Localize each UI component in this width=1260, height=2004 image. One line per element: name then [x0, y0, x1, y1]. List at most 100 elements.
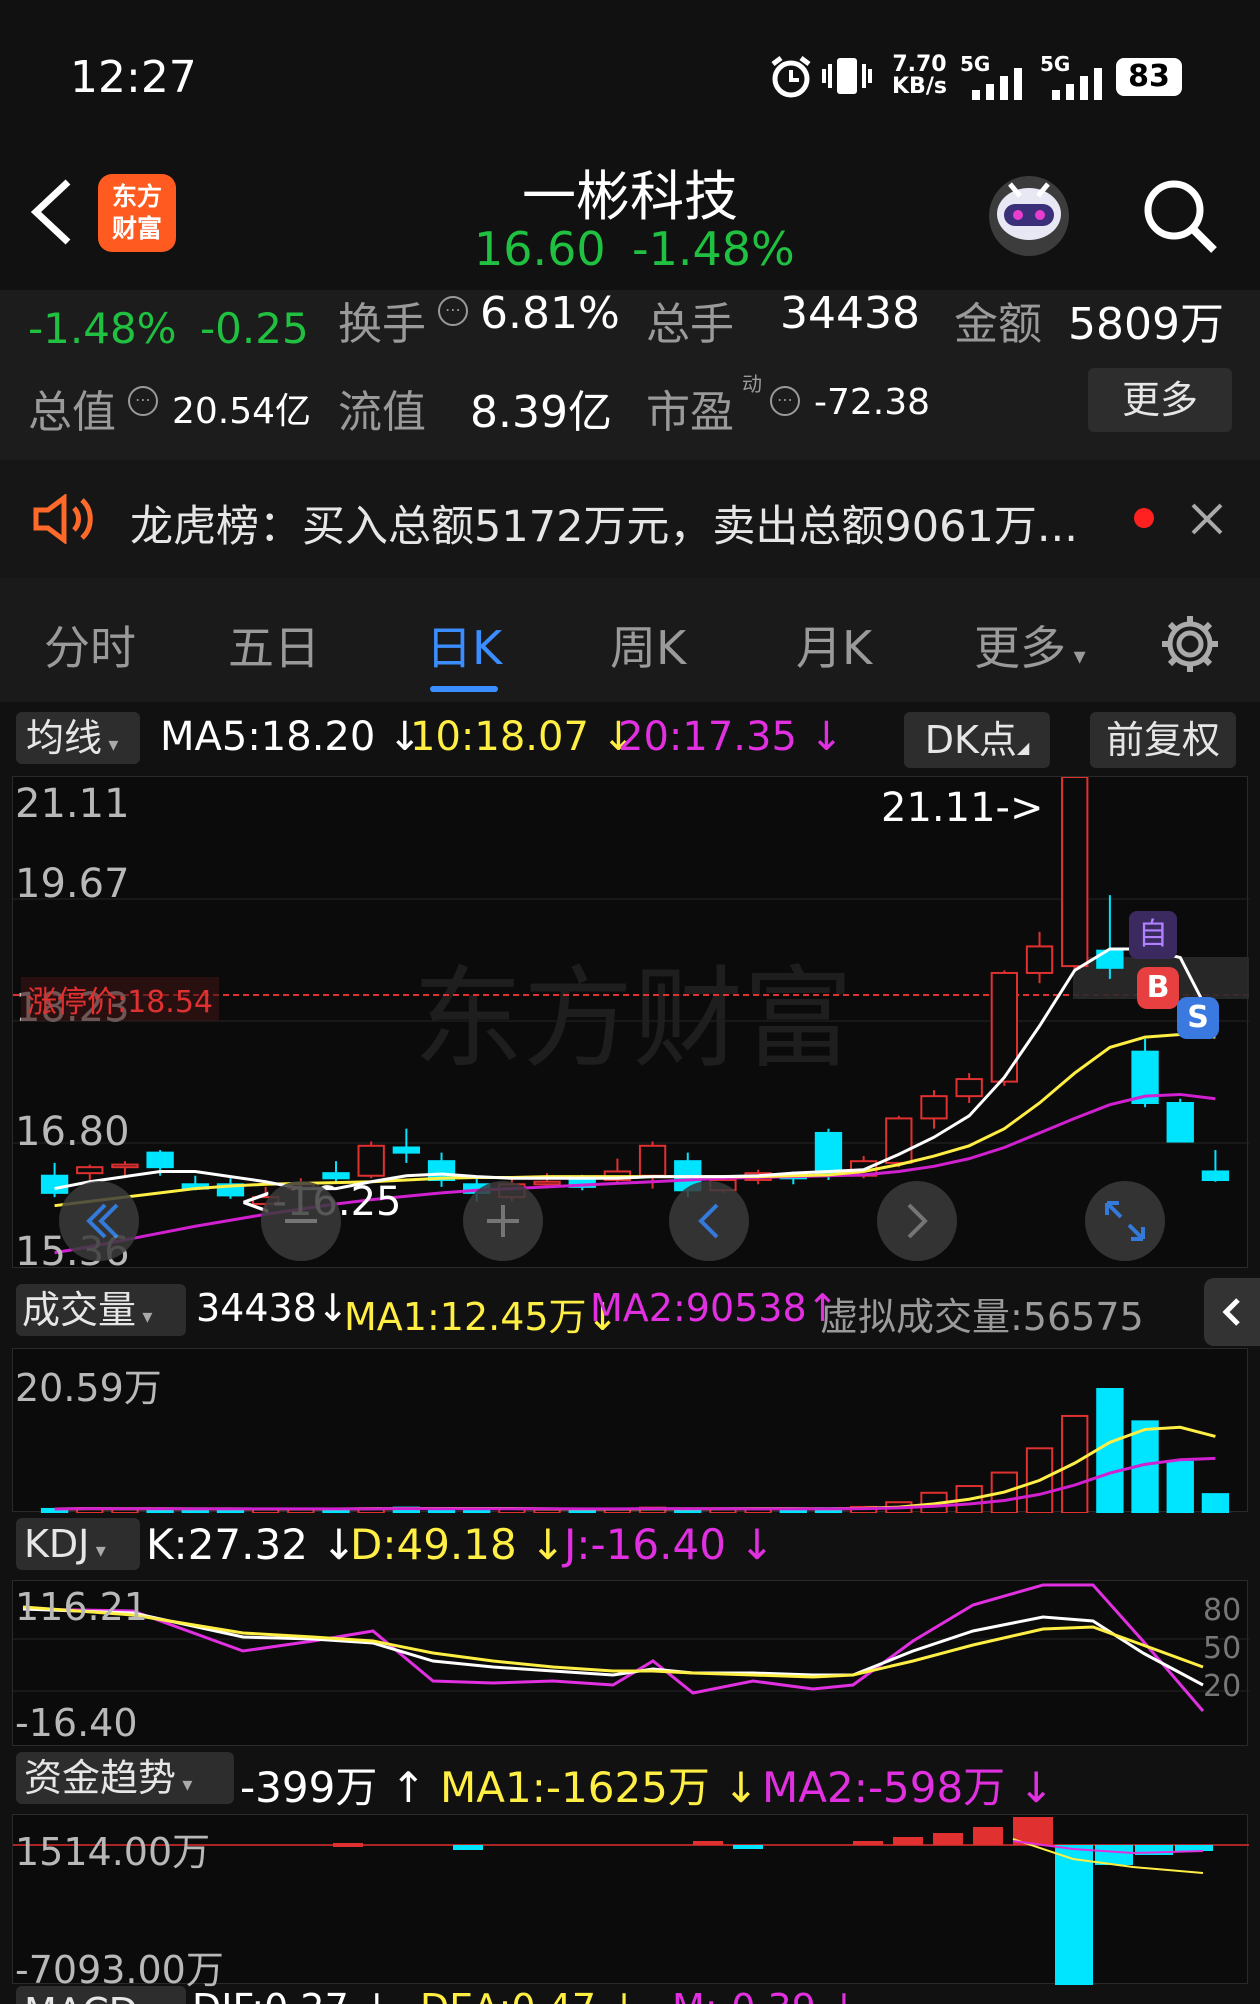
header-change: -1.48% — [632, 222, 795, 276]
self-select-badge[interactable]: 自 — [1129, 911, 1177, 959]
stat-change-pct: -1.48% — [28, 304, 177, 353]
volume-bar — [1201, 1493, 1230, 1514]
network-speed: 7.70 KB/s — [892, 52, 947, 99]
signal-2-icon — [1042, 66, 1108, 100]
info-icon[interactable]: ⋯ — [770, 386, 800, 416]
notice-dot — [1134, 508, 1154, 528]
amount-value: 5809万 — [1068, 299, 1224, 350]
kdj-indicator-select[interactable]: KDJ ▾ — [16, 1518, 140, 1570]
dk-point-button[interactable]: DK点◢ — [904, 712, 1050, 768]
tab-intraday[interactable]: 分时 — [44, 612, 136, 678]
stock-detail-screen: { "status_bar": {"time": "12:27", "net_s… — [0, 0, 1260, 2004]
kdj-y-top: 116.21 — [15, 1585, 148, 1629]
candle — [1166, 1102, 1194, 1143]
virtual-volume: 虚拟成交量:56575 — [820, 1295, 1144, 1339]
info-icon[interactable]: ⋯ — [438, 296, 468, 326]
zoom-out-button[interactable] — [261, 1181, 341, 1261]
volume-ma1: MA1:12.45万↓ — [344, 1295, 619, 1339]
kdj-y-bottom: -16.40 — [15, 1701, 138, 1745]
kdj-k: K:27.32 ↓ — [146, 1520, 357, 1569]
volume-chart-area: 20.59万 — [12, 1348, 1248, 1515]
candle — [920, 1095, 948, 1120]
pe-value: -72.38 — [814, 382, 931, 423]
macd-dea: DEA:0.47 ↓ — [420, 1986, 640, 2004]
fund-ma2: MA2:-598万 ↓ — [762, 1763, 1054, 1812]
collapse-panel-button[interactable] — [1204, 1278, 1260, 1346]
battery-indicator: 83 — [1116, 58, 1182, 96]
search-icon[interactable] — [1140, 176, 1220, 256]
kdj-d: D:49.18 ↓ — [350, 1520, 566, 1569]
sell-badge[interactable]: S — [1177, 997, 1219, 1039]
volume-ma2: MA2:90538↑ — [590, 1286, 839, 1330]
turnover-value: 6.81% — [480, 288, 620, 339]
fund-chart-area: 1514.00万 -7093.00万 — [12, 1814, 1249, 1992]
volume-chart — [40, 1388, 1230, 1515]
notice-text[interactable]: 龙虎榜：买入总额5172万元，卖出总额9061万... — [130, 492, 1078, 554]
fund-y-top: 1514.00万 — [15, 1830, 211, 1874]
kdj-j: J:-16.40 ↓ — [564, 1520, 775, 1569]
float-cap-value: 8.39亿 — [470, 387, 612, 438]
fund-ma1: MA1:-1625万 ↓ — [440, 1763, 759, 1812]
tab-active-indicator — [430, 686, 498, 692]
fund-value: -399万 ↑ — [240, 1763, 426, 1812]
volume-current: 34438↓ — [196, 1286, 349, 1330]
candle — [1201, 1170, 1230, 1182]
close-icon[interactable] — [1190, 502, 1224, 536]
ma20-line — [54, 1092, 1216, 1255]
gear-icon[interactable] — [1158, 612, 1222, 676]
kdj-level-20: 20 — [1203, 1669, 1242, 1704]
tab-more[interactable]: 更多 ▾ — [974, 612, 1086, 678]
pe-dynamic-sup: 动 — [742, 372, 762, 396]
volume-label: 总手 — [646, 299, 734, 350]
robot-assistant-icon[interactable] — [980, 170, 1078, 258]
scroll-right-button[interactable] — [877, 1181, 957, 1261]
candle — [955, 1078, 983, 1098]
speaker-icon — [32, 494, 94, 544]
info-icon[interactable]: ⋯ — [128, 386, 158, 416]
volume-bar — [1096, 1388, 1124, 1514]
tab-weekly-k[interactable]: 周K — [610, 612, 686, 678]
fullscreen-button[interactable] — [1085, 1181, 1165, 1261]
market-cap-label: 总值 — [28, 387, 116, 438]
y-label-4: 16.80 — [15, 1109, 130, 1155]
candle — [814, 1131, 843, 1177]
adjust-button[interactable]: 前复权 — [1090, 712, 1236, 768]
ma10-value: 10:18.07 ↓ — [410, 714, 636, 760]
macd-dif: DIF:0.27 ↓ — [192, 1986, 393, 2004]
y-label-2: 19.67 — [15, 861, 130, 907]
tab-daily-k[interactable]: 日K — [426, 612, 502, 678]
watermark: 东方财富 — [413, 955, 853, 1083]
macd-m: M:-0.39 ↓ — [672, 1986, 860, 2004]
candle — [885, 1117, 913, 1164]
candle — [638, 1144, 667, 1177]
kdj-level-80: 80 — [1203, 1593, 1242, 1628]
scroll-left-button[interactable] — [669, 1181, 749, 1261]
scroll-left-fast-button[interactable] — [59, 1181, 139, 1261]
stat-change-value: -0.25 — [200, 304, 309, 353]
candle — [357, 1144, 385, 1177]
tab-monthly-k[interactable]: 月K — [796, 612, 872, 678]
status-time: 12:27 — [70, 52, 197, 103]
kline-chart-area[interactable]: 东方财富 21.11 19.67 18.23 16.80 15.36 涨停价:1… — [12, 776, 1249, 1275]
more-stats-button[interactable]: 更多 — [1088, 368, 1232, 432]
zoom-in-button[interactable] — [463, 1181, 543, 1261]
kdj-chart-area: 116.21 -16.40 80 50 20 — [12, 1580, 1249, 1746]
candle — [76, 1166, 104, 1175]
high-price-marker: 21.11-> — [881, 785, 1044, 831]
volume-indicator-select[interactable]: 成交量 ▾ — [16, 1284, 186, 1336]
fund-trend-select[interactable]: 资金趋势 ▾ — [16, 1752, 234, 1804]
volume-bar — [1166, 1460, 1194, 1514]
candle — [1061, 776, 1089, 968]
kline-chart[interactable]: 东方财富 — [13, 776, 1249, 1269]
ma-select[interactable]: 均线 ▾ — [16, 712, 140, 764]
alarm-icon — [768, 54, 814, 100]
kdj-chart — [13, 1583, 1249, 1712]
volume-value: 34438 — [780, 288, 920, 339]
macd-indicator-select[interactable]: MACD — [16, 1986, 186, 2004]
turnover-label: 换手 — [338, 299, 426, 350]
volume-y-top: 20.59万 — [15, 1366, 162, 1410]
y-label-1: 21.11 — [15, 781, 130, 827]
tab-five-day[interactable]: 五日 — [228, 612, 320, 678]
candle — [111, 1163, 139, 1169]
buy-badge[interactable]: B — [1137, 967, 1179, 1009]
